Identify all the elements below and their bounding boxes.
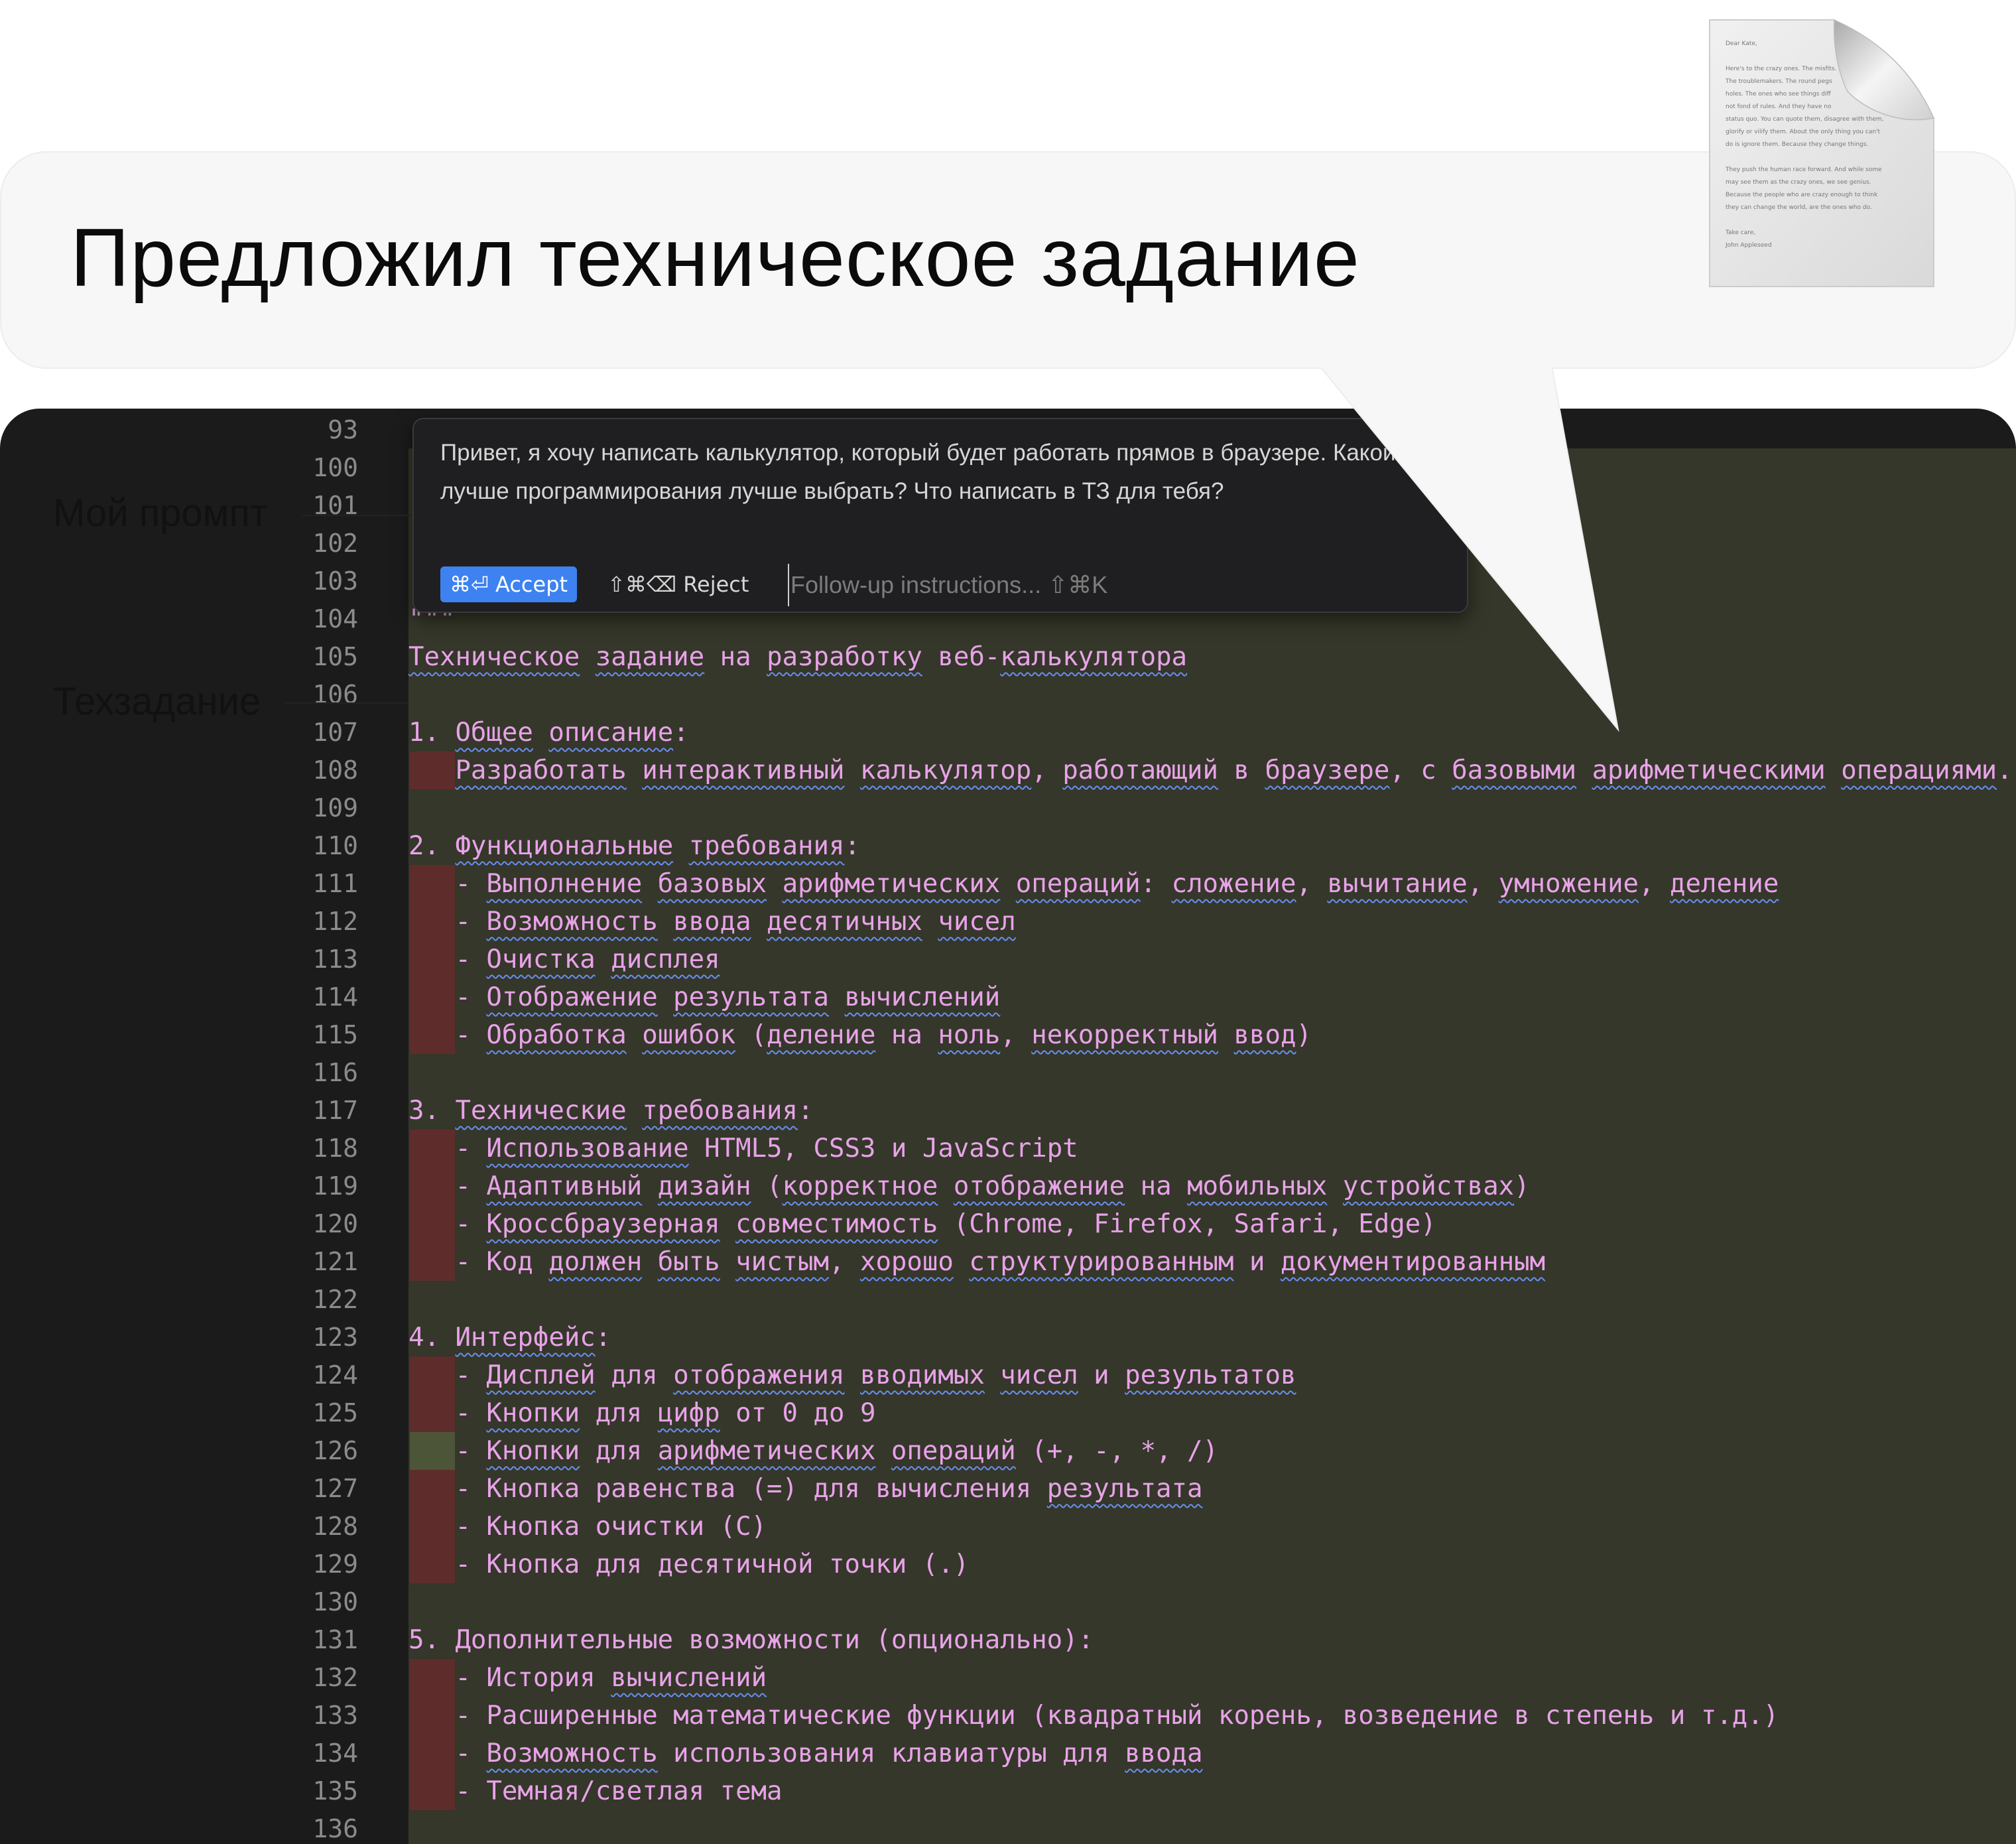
code-line[interactable]: - История вычислений — [409, 1659, 767, 1697]
code-line[interactable]: 3. Технические требования: — [409, 1092, 814, 1130]
code-lines[interactable]: """ Техническое задание на разработку веб… — [0, 409, 2016, 1844]
code-line[interactable]: - Кнопка очистки (C) — [409, 1508, 767, 1546]
headline: Предложил техническое задание — [70, 212, 1360, 304]
document-icon-line: The troublemakers. The round pegs — [1725, 78, 1832, 85]
document-icon-line: status quo. You can quote them, disagree… — [1726, 116, 1883, 123]
code-line[interactable]: - Отображение результата вычислений — [409, 978, 1000, 1016]
document-icon-line: They push the human race forward. And wh… — [1725, 166, 1882, 173]
code-line[interactable]: Разработать интерактивный калькулятор, р… — [409, 752, 2012, 789]
code-line[interactable]: 4. Интерфейс: — [409, 1319, 611, 1356]
code-line[interactable]: - Кроссбраузерная совместимость (Chrome,… — [409, 1205, 1436, 1243]
accept-button[interactable]: ⌘⏎ Accept — [440, 566, 578, 602]
followup-input[interactable] — [788, 564, 1389, 606]
document-icon-line: may see them as the crazy ones, we see g… — [1726, 179, 1871, 186]
prompt-text: Привет, я хочу написать калькулятор, кот… — [440, 440, 1452, 504]
code-line[interactable]: - Использование HTML5, CSS3 и JavaScript — [409, 1130, 1078, 1167]
code-line[interactable]: - Код должен быть чистым, хорошо структу… — [409, 1243, 1545, 1281]
annotation-line-spec — [285, 702, 409, 704]
code-line[interactable]: - Выполнение базовых арифметических опер… — [409, 865, 1779, 903]
code-line[interactable]: - Кнопки для арифметических операций (+,… — [409, 1432, 1218, 1470]
code-line[interactable]: - Кнопка для десятичной точки (.) — [409, 1546, 969, 1583]
code-line[interactable]: - Кнопки для цифр от 0 до 9 — [409, 1394, 875, 1432]
document-icon-line: glorify or vilify them. About the only t… — [1726, 129, 1881, 135]
document-icon-line: Here's to the crazy ones. The misfits. — [1726, 66, 1836, 72]
document-icon-line: Take care, — [1725, 230, 1755, 236]
code-line[interactable]: 1. Общее описание: — [409, 714, 689, 752]
document-icon: Dear Kate, Here's to the crazy ones. The … — [1709, 19, 1935, 287]
code-line[interactable]: 5. Дополнительные возможности (опциональ… — [409, 1621, 1094, 1659]
code-line[interactable]: - Очистка дисплея — [409, 941, 720, 978]
annotation-line-prompt — [302, 515, 412, 516]
code-line[interactable]: - Темная/светлая тема — [409, 1772, 782, 1810]
code-line[interactable]: - Дисплей для отображения вводимых чисел… — [409, 1356, 1296, 1394]
document-icon-line: John Appleseed — [1725, 242, 1772, 249]
code-editor[interactable]: 93 100 101 102 103 104 105 106 107 108 109 110 111 11… — [0, 409, 2016, 1844]
code-line[interactable]: - Кнопка равенства (=) для вычисления ре… — [409, 1470, 1202, 1508]
reject-button[interactable]: ⇧⌘⌫ Reject — [603, 566, 753, 602]
document-icon-line: do is ignore them. Because they change t… — [1726, 141, 1868, 148]
code-line[interactable]: - Возможность ввода десятичных чисел — [409, 903, 1015, 941]
annotation-spec: Техзадание — [53, 680, 261, 723]
document-icon-line: not fond of rules. And they have no — [1726, 103, 1832, 110]
document-icon-line: they can change the world, are the ones … — [1726, 204, 1872, 211]
code-line[interactable]: - Обработка ошибок (деление на ноль, нек… — [409, 1016, 1311, 1054]
document-icon-line: holes. The ones who see things diff — [1726, 91, 1832, 98]
code-line[interactable]: 2. Функциональные требования: — [409, 827, 860, 865]
code-line[interactable]: - Возможность использования клавиатуры д… — [409, 1735, 1202, 1772]
annotation-my-prompt: Мой промпт — [53, 492, 268, 535]
document-icon-line: Dear Kate, — [1726, 40, 1757, 47]
code-line[interactable]: Техническое задание на разработку веб-ка… — [409, 638, 1187, 676]
inline-prompt-dialog: Привет, я хочу написать калькулятор, кот… — [412, 418, 1468, 613]
document-icon-line: Because the people who are crazy enough … — [1726, 192, 1878, 198]
code-line[interactable]: - Адаптивный дизайн (корректное отображе… — [409, 1167, 1529, 1205]
code-line[interactable]: - Расширенные математические функции (кв… — [409, 1697, 1779, 1735]
